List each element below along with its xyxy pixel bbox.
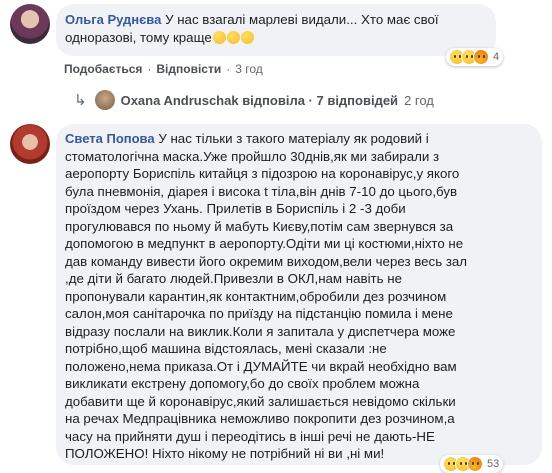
comment-actions: Подобається · Відповісти · 3 год [64,62,263,76]
comment-text-line: дав команду вивести його окремим виходом… [65,253,468,269]
avatar-olga[interactable] [10,4,50,44]
comment-text-line: салон,моя санітарочка по приїзду на підс… [65,306,453,321]
view-replies-link[interactable]: ↳ Oxana Andruschak відповіла · 7 відпові… [74,90,434,110]
timestamp[interactable]: 3 год [235,62,263,76]
comment-text-line: потрібно,щоб машина відстоялась, мені ск… [65,341,387,356]
comment-text-line: ,де діти й багато людей.Привезли в ОКЛ,н… [65,271,402,286]
avatar-sveta[interactable] [10,124,50,164]
reply-arrow-icon: ↳ [74,92,87,109]
comment-text-line: пропонували карантин,як контактним,оброб… [65,288,447,304]
comment-bubble-sveta: Света Попова У нас тільки з такого матер… [56,124,542,465]
comment-text-line: часу на прийняти душ і переодітись в інш… [65,428,435,444]
reaction-count: 4 [493,51,500,63]
comment-text-line: допомогою в медпункт в аеропорту.Одіти м… [65,236,464,251]
replies-time: 2 год [404,92,434,108]
comment-text-line: відразу послали на виклик.Коли я запитал… [65,323,456,339]
comment-text-line: положено,нема приказа.От і ДУМАЙТЕ чи вк… [65,358,457,374]
avatar-oxana [94,90,115,110]
comment-text-line: прогулювався по ньому й мабуть Києву,пот… [65,218,454,234]
comment-text-line: на речах Медпрацівника неможливо покропи… [65,411,455,426]
comment-text-line: добавити ще й коронавірус,який залишаєть… [65,393,456,409]
like-button[interactable]: Подобається [64,62,142,76]
replies-label[interactable]: Oxana Andruschak відповіла · 7 відповіде… [121,93,398,108]
comment-bubble-olga: Ольга Руднєва У нас взагалі марлеві вида… [56,4,496,56]
comment-text-line: У нас тільки з такого матеріалу як родов… [158,131,429,146]
reactions-summary[interactable]: 53 [440,455,504,473]
sad-emoji-icon [240,30,254,44]
comment-text-line: викликати екстрену допомогу,бо до своїх … [65,376,420,391]
comment-text-line: аеропорту Бориспіль китайця з підозрою н… [65,166,460,181]
angry-reaction-icon [473,49,489,65]
angry-reaction-icon [467,456,483,472]
comment-author[interactable]: Ольга Руднєва [65,12,161,27]
reactions-summary[interactable]: 4 [446,48,504,66]
comment-text-line: була пневмонія, діарея і висока t тіла,в… [65,183,458,199]
sad-emoji-icon [226,30,240,44]
reaction-count: 53 [487,458,500,470]
reply-button[interactable]: Відповісти [156,62,221,76]
comment-author[interactable]: Света Попова [65,131,155,146]
comment-text-line: стоматологічна маска.Уже пройшло 30днів,… [65,148,440,164]
comment-text-line: проїздом через Ухань. Прилетів в Бориспі… [65,201,406,216]
sad-emoji-icon [212,30,226,44]
